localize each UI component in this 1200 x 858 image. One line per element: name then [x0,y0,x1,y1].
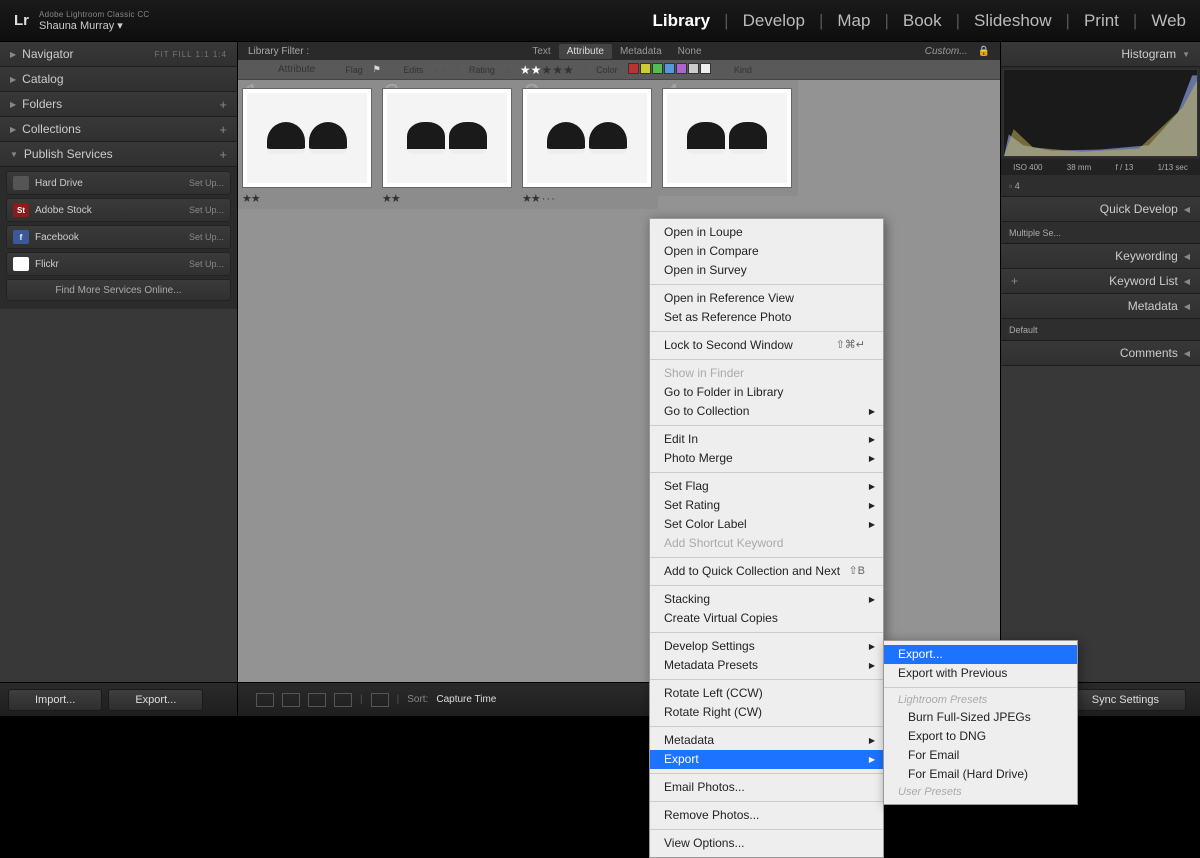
submenu-item[interactable]: For Email (Hard Drive) [884,765,1077,784]
histogram [1003,69,1198,157]
right-panel: Histogram▼ ISO 40038 mmf / 131/13 sec ▫ … [1000,42,1200,716]
menu-item[interactable]: Set Color Label [650,515,883,534]
attribute-filter-bar: Attribute Flag ⚑ | Edits ◐ ◐ | Rating ≥ … [238,60,1000,80]
catalog-header[interactable]: ▶Catalog [0,67,237,92]
import-button[interactable]: Import... [8,689,102,711]
export-submenu[interactable]: Export...Export with PreviousLightroom P… [883,640,1078,805]
menu-item[interactable]: Set Flag [650,477,883,496]
menu-item[interactable]: Rotate Left (CCW) [650,684,883,703]
menu-item[interactable]: Lock to Second Window⇧⌘↵ [650,336,883,355]
painter-icon[interactable] [371,693,389,707]
submenu-item[interactable]: Export with Previous [884,664,1077,683]
exif-strip: ISO 40038 mmf / 131/13 sec [1001,159,1200,175]
grid-view-icon[interactable] [256,693,274,707]
menu-item: Add Shortcut Keyword [650,534,883,553]
module-web[interactable]: Web [1151,11,1186,31]
navigator-header[interactable]: ▶NavigatorFIT FILL 1:1 1:4 [0,42,237,67]
histogram-header[interactable]: Histogram▼ [1001,42,1200,67]
loupe-view-icon[interactable] [282,693,300,707]
center-panel: Library Filter : TextAttributeMetadataNo… [238,42,1000,716]
menu-item[interactable]: Photo Merge [650,449,883,468]
color-filter[interactable] [628,63,712,76]
context-menu[interactable]: Open in LoupeOpen in CompareOpen in Surv… [649,218,884,858]
module-map[interactable]: Map [837,11,870,31]
filter-tab-metadata[interactable]: Metadata [612,44,670,59]
menu-item[interactable]: Set Rating [650,496,883,515]
sort-label: Sort: [407,694,428,705]
thumbnail-cell[interactable]: 4 [658,80,798,196]
keyword-list-header[interactable]: +Keyword List◀ [1001,269,1200,294]
menu-item[interactable]: Email Photos... [650,778,883,797]
thumbnail-cell[interactable]: 3★★ · · · [518,80,658,209]
find-more-services[interactable]: Find More Services Online... [6,279,231,301]
rating-filter[interactable]: ★★★★★ [520,63,574,77]
app-logo: Lr [14,12,29,29]
survey-view-icon[interactable] [334,693,352,707]
filter-label: Library Filter : [248,46,309,57]
filter-tab-text[interactable]: Text [524,44,558,59]
comments-header[interactable]: Comments◀ [1001,341,1200,366]
publish-flickr[interactable]: ••FlickrSet Up... [6,252,231,276]
collections-header[interactable]: ▶Collections+ [0,117,237,142]
library-filter-bar: Library Filter : TextAttributeMetadataNo… [238,42,1000,60]
submenu-item[interactable]: For Email [884,746,1077,765]
folders-header[interactable]: ▶Folders+ [0,92,237,117]
quick-develop-header[interactable]: Quick Develop◀ [1001,197,1200,222]
menu-item[interactable]: Set as Reference Photo [650,308,883,327]
flag-icon[interactable]: ⚑ [373,64,381,75]
publish-adobe-stock[interactable]: StAdobe StockSet Up... [6,198,231,222]
menu-item[interactable]: Create Virtual Copies [650,609,883,628]
compare-view-icon[interactable] [308,693,326,707]
publish-header[interactable]: ▼Publish Services+ [0,142,237,167]
menu-item[interactable]: Open in Loupe [650,223,883,242]
menu-item[interactable]: Metadata Presets [650,656,883,675]
menu-item[interactable]: Open in Reference View [650,289,883,308]
module-develop[interactable]: Develop [743,11,805,31]
filter-preset[interactable]: Custom... [925,46,968,57]
thumbnail-cell[interactable]: 1★★ [238,80,378,209]
submenu-item[interactable]: Burn Full-Sized JPEGs [884,708,1077,727]
menu-item[interactable]: Remove Photos... [650,806,883,825]
menu-item[interactable]: Edit In [650,430,883,449]
menu-item[interactable]: Develop Settings [650,637,883,656]
submenu-item[interactable]: Export to DNG [884,727,1077,746]
left-panel: ▶NavigatorFIT FILL 1:1 1:4 ▶Catalog ▶Fol… [0,42,238,716]
menu-item[interactable]: Open in Compare [650,242,883,261]
module-library[interactable]: Library [653,11,711,31]
module-picker: Library|Develop|Map|Book|Slideshow|Print… [653,11,1187,31]
module-print[interactable]: Print [1084,11,1119,31]
menu-item[interactable]: View Options... [650,834,883,853]
export-button[interactable]: Export... [108,689,203,711]
menu-item[interactable]: Rotate Right (CW) [650,703,883,722]
keywording-header[interactable]: Keywording◀ [1001,244,1200,269]
module-book[interactable]: Book [903,11,942,31]
filter-lock-icon[interactable]: 🔒 [978,46,990,57]
menu-item[interactable]: Metadata [650,731,883,750]
menu-item[interactable]: Stacking [650,590,883,609]
menu-item: Show in Finder [650,364,883,383]
menu-item[interactable]: Go to Folder in Library [650,383,883,402]
menu-item[interactable]: Go to Collection [650,402,883,421]
module-slideshow[interactable]: Slideshow [974,11,1052,31]
sync-settings-button[interactable]: Sync Settings [1065,689,1186,711]
menu-item[interactable]: Open in Survey [650,261,883,280]
menu-item[interactable]: Add to Quick Collection and Next⇧B [650,562,883,581]
filter-tab-none[interactable]: None [670,44,710,59]
top-bar: Lr Adobe Lightroom Classic CC Shauna Mur… [0,0,1200,42]
app-name: Adobe Lightroom Classic CC [39,10,150,19]
metadata-header[interactable]: Metadata◀ [1001,294,1200,319]
submenu-item[interactable]: Export... [884,645,1077,664]
publish-facebook[interactable]: fFacebookSet Up... [6,225,231,249]
menu-item[interactable]: Export [650,750,883,769]
thumbnail-cell[interactable]: 2★★ [378,80,518,209]
publish-hard-drive[interactable]: Hard DriveSet Up... [6,171,231,195]
thumbnail-grid[interactable]: 1★★2★★3★★ · · ·4 [238,80,1000,682]
filter-tab-attribute[interactable]: Attribute [559,44,612,59]
identity-plate[interactable]: Shauna Murray ▾ [39,19,150,32]
sort-value[interactable]: Capture Time [436,694,496,705]
